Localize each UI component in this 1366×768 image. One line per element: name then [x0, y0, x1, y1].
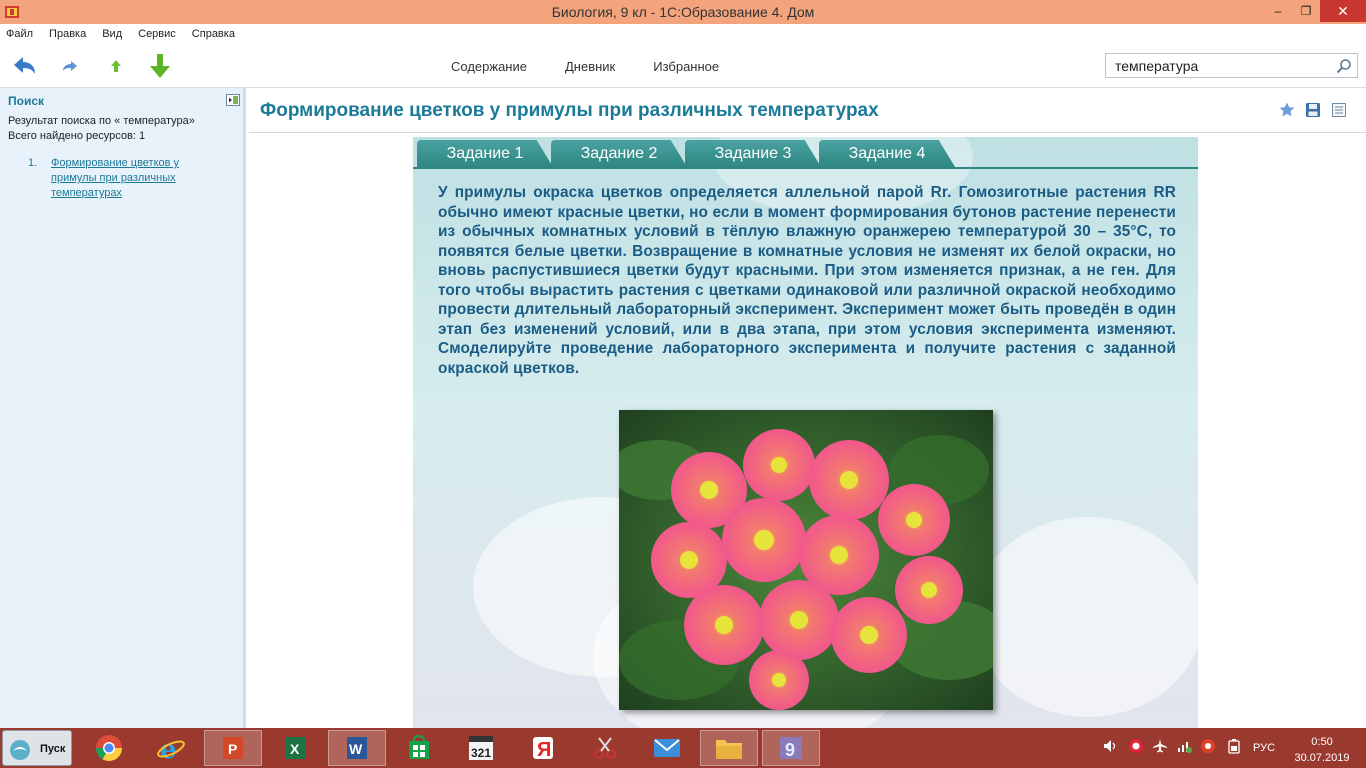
- title-bar: Биология, 9 кл - 1С:Образование 4. Дом ‒…: [0, 0, 1366, 24]
- forward-arrow-icon[interactable]: [56, 52, 84, 80]
- airplane-mode-icon[interactable]: [1152, 738, 1168, 754]
- language-indicator[interactable]: РУС: [1253, 742, 1275, 754]
- taskbar: Пуск e P X W 321 Я 9 РУС 0:50 30.07.2019: [0, 728, 1366, 768]
- background-cloud: [973, 517, 1198, 717]
- tab-underline: [413, 167, 1198, 169]
- primula-photo: [619, 410, 993, 710]
- record-icon[interactable]: [1200, 738, 1216, 754]
- restore-button[interactable]: ❐: [1292, 0, 1320, 22]
- page-title: Формирование цветков у примулы при разли…: [260, 100, 879, 121]
- close-button[interactable]: ✕: [1320, 0, 1366, 22]
- word-icon[interactable]: W: [328, 730, 386, 766]
- svg-text:P: P: [228, 741, 237, 757]
- task-area: Задание 1 Задание 2 Задание 3 Задание 4 …: [413, 137, 1198, 728]
- minimize-button[interactable]: ‒: [1264, 0, 1292, 22]
- search-value: температура: [1115, 58, 1199, 74]
- search-panel-title: Поиск: [8, 94, 45, 108]
- menu-bar: Файл Правка Вид Сервис Справка: [0, 24, 1366, 44]
- nav-diary[interactable]: Дневник: [565, 59, 615, 74]
- notes-icon[interactable]: [1330, 101, 1348, 119]
- chrome-icon[interactable]: [80, 730, 138, 766]
- svg-text:Я: Я: [537, 739, 551, 761]
- search-result-count: Всего найдено ресурсов: 1: [8, 130, 146, 142]
- yandex-icon[interactable]: Я: [514, 730, 572, 766]
- up-arrow-icon[interactable]: [102, 52, 130, 80]
- store-icon[interactable]: [390, 730, 448, 766]
- main-content: Формирование цветков у примулы при разли…: [249, 88, 1366, 728]
- media-player-icon[interactable]: 321: [452, 730, 510, 766]
- menu-edit[interactable]: Правка: [49, 28, 86, 40]
- svg-text:W: W: [349, 741, 363, 757]
- network-icon[interactable]: [1176, 738, 1192, 754]
- result-number: 1.: [28, 157, 38, 169]
- scissors-icon[interactable]: [576, 730, 634, 766]
- nav-favorites[interactable]: Избранное: [653, 59, 719, 74]
- internet-explorer-icon[interactable]: e: [142, 730, 200, 766]
- search-result-label: Результат поиска по « температура»: [8, 115, 195, 127]
- menu-file[interactable]: Файл: [6, 28, 33, 40]
- tab-task-4[interactable]: Задание 4: [819, 140, 955, 167]
- clock[interactable]: 0:50 30.07.2019: [1292, 734, 1352, 766]
- title-divider: [249, 132, 1366, 133]
- collapse-panel-icon[interactable]: [226, 94, 240, 106]
- tab-task-3[interactable]: Задание 3: [685, 140, 821, 167]
- back-arrow-icon[interactable]: [10, 52, 38, 80]
- mail-icon[interactable]: [638, 730, 696, 766]
- powerpoint-icon[interactable]: P: [204, 730, 262, 766]
- start-label: Пуск: [40, 743, 66, 755]
- start-orb-icon: [10, 740, 30, 760]
- favorite-star-icon[interactable]: [1278, 101, 1296, 119]
- tab-task-1[interactable]: Задание 1: [417, 140, 553, 167]
- window-title: Биология, 9 кл - 1С:Образование 4. Дом: [551, 4, 815, 20]
- tab-task-2[interactable]: Задание 2: [551, 140, 687, 167]
- clock-date: 30.07.2019: [1294, 752, 1350, 764]
- excel-icon[interactable]: X: [266, 730, 324, 766]
- search-panel: Поиск Результат поиска по « температура»…: [0, 88, 246, 728]
- file-explorer-icon[interactable]: [700, 730, 758, 766]
- result-link[interactable]: Формирование цветков у примулы при разли…: [51, 156, 211, 201]
- menu-service[interactable]: Сервис: [138, 28, 176, 40]
- svg-text:321: 321: [471, 746, 491, 760]
- volume-icon[interactable]: [1102, 738, 1118, 754]
- start-button[interactable]: Пуск: [2, 730, 72, 766]
- menu-view[interactable]: Вид: [102, 28, 122, 40]
- save-icon[interactable]: [1304, 101, 1322, 119]
- menu-help[interactable]: Справка: [192, 28, 235, 40]
- antivirus-icon[interactable]: [1128, 738, 1144, 754]
- nav-contents[interactable]: Содержание: [451, 59, 527, 74]
- search-icon[interactable]: [1335, 57, 1353, 75]
- clock-time: 0:50: [1311, 736, 1333, 748]
- battery-icon[interactable]: [1226, 738, 1242, 754]
- svg-text:X: X: [290, 741, 300, 757]
- task-description: У примулы окраска цветков определяется а…: [438, 184, 1176, 377]
- down-arrow-icon[interactable]: [146, 52, 174, 80]
- search-input[interactable]: температура: [1105, 53, 1358, 78]
- education-app-icon[interactable]: 9: [762, 730, 820, 766]
- svg-text:9: 9: [785, 740, 795, 760]
